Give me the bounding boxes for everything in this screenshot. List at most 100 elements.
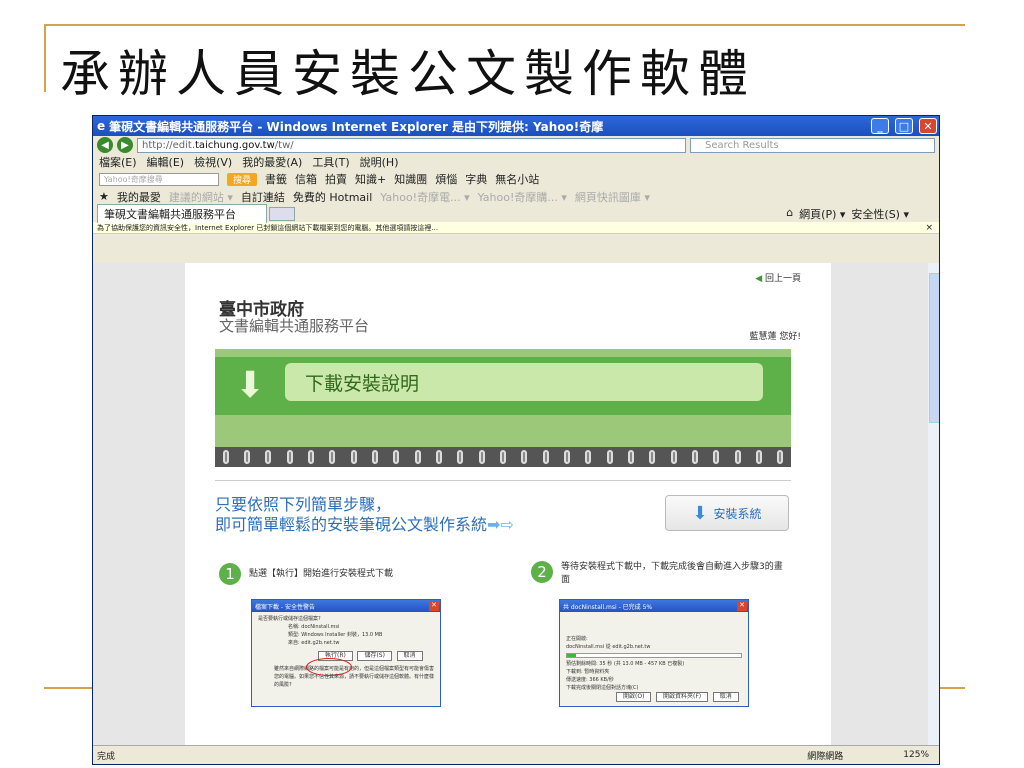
menu-view[interactable]: 檢視(V) <box>194 154 232 170</box>
banner-strip: ⬇ 下載安裝說明 <box>215 357 791 415</box>
install-system-button[interactable]: ⬇ 安裝系統 <box>665 495 789 531</box>
internet-zone: 網際網路 <box>807 751 844 762</box>
toolbar-item[interactable]: 信箱 <box>295 171 317 187</box>
favorites-label[interactable]: 我的最愛 <box>117 189 161 205</box>
toolbar-search-button[interactable]: 搜尋 <box>227 172 258 186</box>
dialog2-title: 共 docNinstall.msi - 已完成 5% <box>563 603 653 611</box>
back-arrow-icon: ◀ <box>755 274 763 284</box>
slide-accent-line <box>44 24 46 92</box>
toolbar-item[interactable]: 字典 <box>465 171 487 187</box>
dialog1-body: 是否要執行或儲存這個檔案? 名稱: docNinstall.msi 類型: Wi… <box>252 612 440 692</box>
dialog2-rate: 傳送速度: 366 KB/秒 <box>566 677 614 683</box>
page-menu[interactable]: 網頁(P) ▾ <box>799 206 845 222</box>
slide-rule-bottom-left <box>44 687 94 689</box>
toolbar-item[interactable]: 拍賣 <box>325 171 347 187</box>
tab-bar: 筆硯文書編輯共通服務平台 ⌂ 網頁(P) ▾ 安全性(S) ▾ <box>93 204 939 223</box>
install-button-label: 安裝系統 <box>713 506 762 521</box>
dialog1-warning: 雖然來自網際網路的檔案可能是有用的，但是這個檔案類型有可能會傷害您的電腦。如果您… <box>274 666 435 688</box>
maximize-button[interactable]: □ <box>895 118 913 134</box>
slide-title: 承辦人員安裝公文製作軟體 <box>60 45 756 103</box>
menu-bar: 檔案(E) 編輯(E) 檢視(V) 我的最愛(A) 工具(T) 說明(H) <box>93 154 939 170</box>
highlight-circle <box>306 658 352 676</box>
page-viewport: ◀ 回上一頁 臺中市政府 文書編輯共通服務平台 藍慧蓮 您好! ⬇ 下載安裝說明… <box>93 263 939 747</box>
back-link-label: 回上一頁 <box>764 274 801 284</box>
info-bar[interactable]: 為了協助保護您的資訊安全性，Internet Explorer 已封鎖這個網站下… <box>93 222 939 234</box>
tab-current[interactable]: 筆硯文書編輯共通服務平台 <box>97 204 267 223</box>
dialog1-from: 來自: edit.g2b.net.tw <box>288 640 340 646</box>
search-input[interactable]: Search Results <box>690 137 935 153</box>
dialog1-name: 名稱: docNinstall.msi <box>288 624 340 630</box>
yahoo-toolbar: Yahoo!奇摩搜尋 搜尋 書籤 信箱 拍賣 知識+ 知識團 煩惱 字典 無名小… <box>93 170 939 188</box>
address-bar[interactable]: http://edit. taichung.gov.tw/tw/ <box>137 137 686 153</box>
address-host: taichung.gov.tw <box>195 139 275 151</box>
binder-rings <box>215 447 791 467</box>
new-tab-button[interactable] <box>269 206 295 221</box>
favorites-star-icon: ★ <box>99 190 109 203</box>
menu-favorites[interactable]: 我的最愛(A) <box>242 154 302 170</box>
close-icon[interactable]: ✕ <box>737 601 747 611</box>
arrow-right-icon: ➡⇨ <box>487 515 514 534</box>
back-link[interactable]: ◀ 回上一頁 <box>755 271 801 284</box>
step-1: 1 點選【執行】開始進行安裝程式下載 <box>219 563 393 585</box>
address-suffix: /tw/ <box>274 139 294 151</box>
favorites-bar: ★ 我的最愛 建議的網站 ▾ 自訂連結 免費的 Hotmail Yahoo!奇摩… <box>93 188 939 205</box>
fav-link[interactable]: Yahoo!奇摩電... ▾ <box>380 189 469 205</box>
toolbar-item[interactable]: 知識+ <box>355 171 386 187</box>
status-bar: 完成 網際網路 125% <box>93 745 939 764</box>
status-text: 完成 <box>97 751 116 762</box>
open-button[interactable]: 開啟(O) <box>616 692 652 702</box>
download-arrow-icon: ⬇ <box>235 365 266 406</box>
dialog2-dest: 下載到: 暫時資料夾 <box>566 669 610 675</box>
dialog2-close-check[interactable]: 下載完成後關閉這個對話方塊(C) <box>566 684 742 692</box>
step-2: 2 等待安裝程式下載中，下載完成後會自動進入步驟3的畫面 <box>531 561 791 587</box>
back-icon[interactable]: ◀ <box>97 137 113 153</box>
menu-file[interactable]: 檔案(E) <box>99 154 137 170</box>
home-icon[interactable]: ⌂ <box>786 206 793 222</box>
zoom-level[interactable]: 125% <box>903 750 929 760</box>
instruction-line-2-text: 即可簡單輕鬆的安裝筆硯公文製作系統 <box>215 515 488 534</box>
save-button[interactable]: 儲存(S) <box>357 651 392 661</box>
dialog2-buttons: 開啟(O) 開啟資料夾(F) 取消 <box>616 692 742 702</box>
toolbar-item[interactable]: 知識團 <box>394 171 427 187</box>
menu-help[interactable]: 說明(H) <box>360 154 399 170</box>
dialog1-type: 類型: Windows Installer 封裝，13.0 MB <box>288 632 383 638</box>
web-page: ◀ 回上一頁 臺中市政府 文書編輯共通服務平台 藍慧蓮 您好! ⬇ 下載安裝說明… <box>185 263 831 747</box>
step-1-number: 1 <box>219 563 241 585</box>
step-2-number: 2 <box>531 561 553 583</box>
vertical-scrollbar[interactable] <box>928 263 939 747</box>
fav-link[interactable]: 網頁快訊圖庫 ▾ <box>575 189 650 205</box>
toolbar-item[interactable]: 煩惱 <box>435 171 457 187</box>
dialog1-question: 是否要執行或儲存這個檔案? <box>258 616 321 622</box>
close-icon[interactable]: × <box>925 223 933 233</box>
platform-name: 文書編輯共通服務平台 <box>219 317 370 335</box>
instruction-line-2: 即可簡單輕鬆的安裝筆硯公文製作系統➡⇨ <box>215 511 514 535</box>
toolbar-item[interactable]: 書籤 <box>265 171 287 187</box>
close-icon[interactable]: ✕ <box>429 601 439 611</box>
address-row: ◀ ▶ http://edit. taichung.gov.tw/tw/ Sear… <box>93 136 939 154</box>
dialog2-body: 正在開啟: docNinstall.msi 從 edit.g2b.net.tw … <box>560 612 748 705</box>
close-button[interactable]: ✕ <box>919 118 937 134</box>
toolbar-search-input[interactable]: Yahoo!奇摩搜尋 <box>99 172 219 186</box>
open-folder-button[interactable]: 開啟資料夾(F) <box>656 692 709 702</box>
scrollbar-thumb[interactable] <box>929 273 939 423</box>
menu-tools[interactable]: 工具(T) <box>312 154 349 170</box>
fav-link[interactable]: 建議的網站 ▾ <box>169 189 233 205</box>
command-bar: ⌂ 網頁(P) ▾ 安全性(S) ▾ <box>786 206 939 222</box>
ie-icon: e <box>97 119 106 133</box>
slide-rule-top <box>44 24 965 26</box>
install-arrow-icon: ⬇ <box>692 502 708 524</box>
forward-icon[interactable]: ▶ <box>117 137 133 153</box>
safety-menu[interactable]: 安全性(S) ▾ <box>851 206 909 222</box>
fav-link[interactable]: 自訂連結 <box>241 189 285 205</box>
minimize-button[interactable]: _ <box>871 118 889 134</box>
window-title: 筆硯文書編輯共通服務平台 - Windows Internet Explorer… <box>109 119 604 134</box>
address-prefix: http://edit. <box>142 139 196 151</box>
banner-title: 下載安裝說明 <box>285 363 763 401</box>
dialog2-eta: 預估剩餘時間: 35 秒 (共 13.0 MB - 457 KB 已複製) <box>566 661 685 667</box>
menu-edit[interactable]: 編輯(E) <box>147 154 185 170</box>
fav-link[interactable]: Yahoo!奇摩購... ▾ <box>478 189 567 205</box>
toolbar-item[interactable]: 無名小站 <box>495 171 539 187</box>
fav-link[interactable]: 免費的 Hotmail <box>293 189 372 205</box>
cancel-button[interactable]: 取消 <box>396 651 423 661</box>
cancel-button[interactable]: 取消 <box>712 692 739 702</box>
